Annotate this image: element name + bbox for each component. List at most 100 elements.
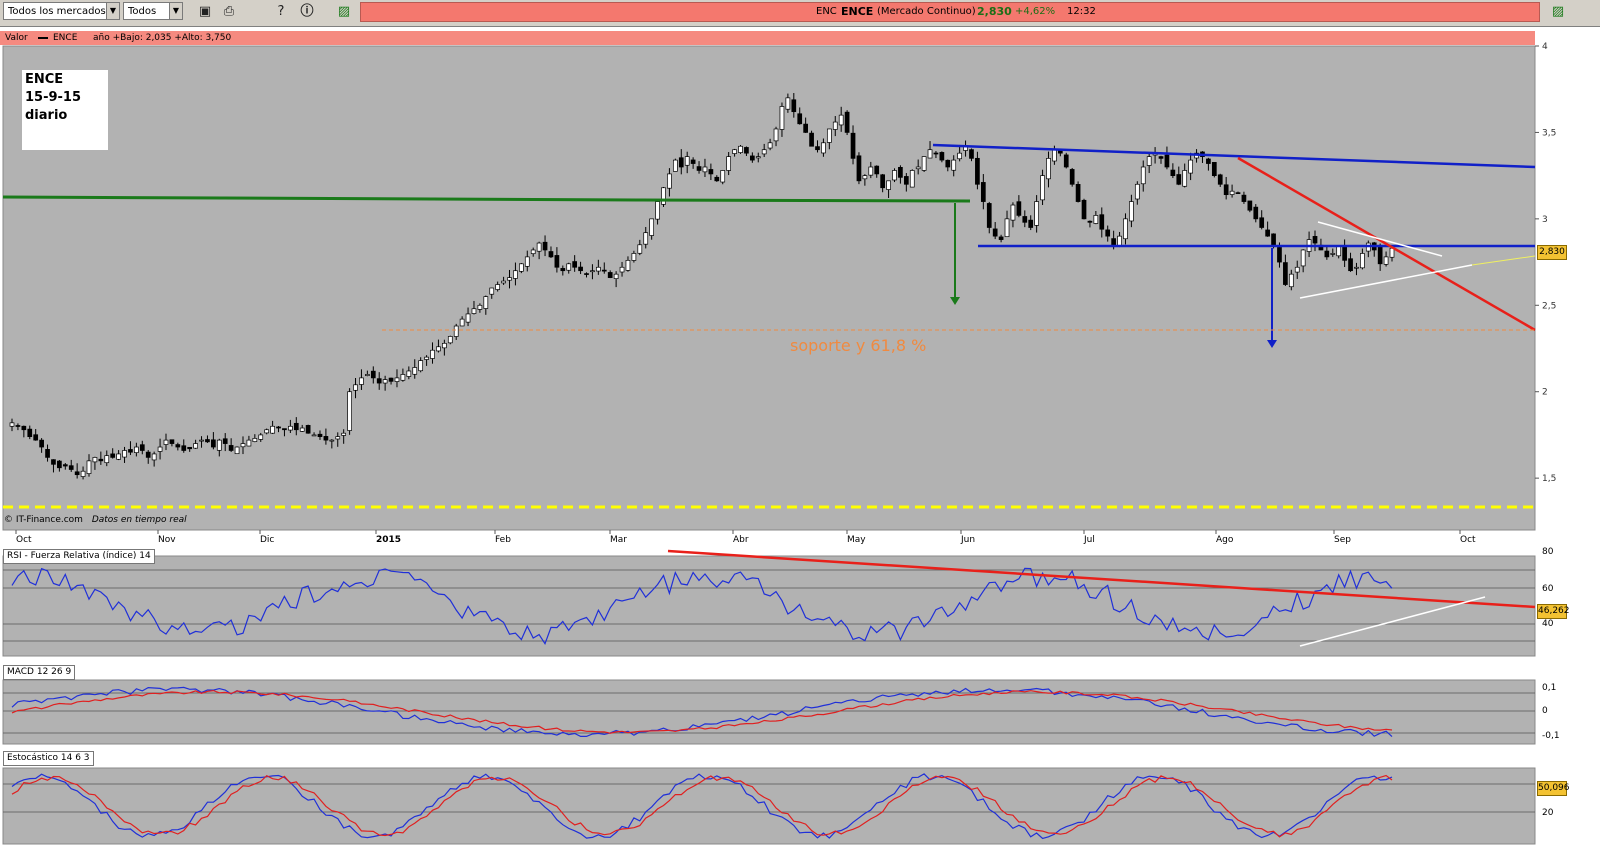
- candle-body: [1099, 214, 1105, 230]
- candle-body: [341, 432, 347, 436]
- candle-body: [57, 460, 62, 469]
- candle-body: [584, 273, 589, 275]
- candle-body: [524, 256, 530, 267]
- candle-body: [51, 459, 56, 465]
- candle-body: [945, 159, 951, 168]
- candle-body: [1206, 158, 1211, 164]
- candle-body: [1140, 166, 1146, 185]
- x-tick-label: Feb: [495, 535, 511, 545]
- candle-body: [1170, 169, 1176, 176]
- candle-body: [1348, 258, 1353, 272]
- candle-body: [862, 175, 868, 180]
- candle-body: [631, 253, 637, 261]
- x-tick-label: 2015: [376, 535, 401, 545]
- candle-body: [471, 308, 477, 314]
- candle-body: [394, 377, 400, 382]
- candle-body: [957, 152, 962, 160]
- candle-body: [299, 427, 305, 432]
- candle-body: [495, 284, 501, 290]
- candle-body: [1211, 162, 1217, 176]
- candle-body: [880, 174, 885, 189]
- candle-body: [678, 157, 684, 168]
- candle-body: [193, 443, 198, 449]
- candle-body: [45, 449, 50, 458]
- candle-body: [1259, 217, 1265, 228]
- candle-body: [228, 445, 234, 451]
- candle-body: [1182, 170, 1188, 187]
- candle-body: [874, 165, 880, 175]
- candle-body: [406, 370, 412, 377]
- note-box: ENCE 15-9-15 diario: [22, 70, 108, 150]
- candle-body: [1052, 149, 1057, 162]
- candle-body: [903, 176, 909, 185]
- candle-body: [400, 374, 406, 381]
- candle-body: [282, 428, 287, 431]
- candle-body: [436, 346, 441, 352]
- stoch-label: Estocástico 14 6 3: [3, 751, 94, 766]
- candle-body: [376, 378, 382, 384]
- candle-body: [139, 444, 145, 451]
- rsi-label: RSI - Fuerza Relativa (índice) 14: [3, 549, 155, 564]
- candle-body: [637, 244, 643, 254]
- candle-body: [1087, 220, 1093, 223]
- note-line: diario: [25, 108, 68, 123]
- candle-body: [1188, 159, 1193, 174]
- x-tick-label: Oct: [16, 535, 32, 545]
- candle-body: [513, 270, 518, 279]
- y-tick-label: 3,5: [1542, 128, 1556, 138]
- candle-body: [1300, 249, 1306, 267]
- source-text: © IT-Finance.com: [4, 515, 83, 525]
- candle-body: [773, 128, 779, 142]
- candle-body: [270, 425, 275, 434]
- candle-body: [975, 157, 980, 185]
- rsi-tick: 40: [1542, 619, 1554, 629]
- candle-body: [412, 367, 418, 375]
- candle-body: [98, 458, 104, 462]
- candle-body: [68, 465, 74, 470]
- candle-body: [39, 439, 44, 448]
- source-label: © IT-Finance.com Datos en tiempo real: [4, 515, 187, 525]
- support-annotation: soporte y 61,8 %: [790, 336, 927, 355]
- candle-body: [347, 391, 352, 431]
- y-tick-label: 2: [1542, 388, 1548, 398]
- candle-body: [607, 272, 613, 278]
- candle-body: [276, 426, 281, 429]
- candle-body: [1217, 174, 1223, 185]
- candle-body: [211, 439, 216, 448]
- candle-body: [388, 377, 394, 382]
- candle-body: [755, 156, 761, 159]
- y-tick-label: 4: [1542, 42, 1548, 52]
- candle-body: [288, 425, 293, 431]
- candle-body: [1022, 216, 1028, 223]
- candle-body: [744, 147, 749, 154]
- candle-body: [181, 445, 187, 451]
- source-note: Datos en tiempo real: [91, 515, 187, 525]
- candle-body: [199, 439, 204, 442]
- candle-body: [1271, 233, 1276, 246]
- candle-body: [933, 152, 939, 155]
- candle-body: [1146, 156, 1152, 166]
- candle-body: [519, 263, 524, 272]
- candle-body: [838, 114, 844, 126]
- candle-body: [15, 425, 21, 427]
- candle-body: [1134, 183, 1140, 200]
- candle-body: [536, 242, 542, 252]
- candle-body: [726, 156, 732, 171]
- stoch-panel: [2, 767, 1536, 845]
- chart-canvas: 4 3,5 3 2,5 2 1,5 Oct Nov Dic 2015 Feb Mar Abr May Ju…: [2, 42, 1556, 845]
- candle-body: [696, 166, 702, 171]
- candle-body: [370, 370, 376, 379]
- candle-body: [1241, 194, 1247, 202]
- x-tick-label: Ago: [1216, 535, 1234, 545]
- candle-body: [222, 438, 228, 444]
- candle-body: [329, 439, 335, 442]
- candle-body: [163, 439, 169, 445]
- candle-body: [116, 453, 121, 460]
- candle-body: [151, 453, 157, 461]
- candle-body: [809, 132, 814, 147]
- candle-body: [939, 152, 945, 161]
- candle-body: [1312, 236, 1318, 244]
- candle-body: [74, 471, 80, 476]
- candle-body: [832, 121, 838, 130]
- candle-body: [252, 438, 258, 442]
